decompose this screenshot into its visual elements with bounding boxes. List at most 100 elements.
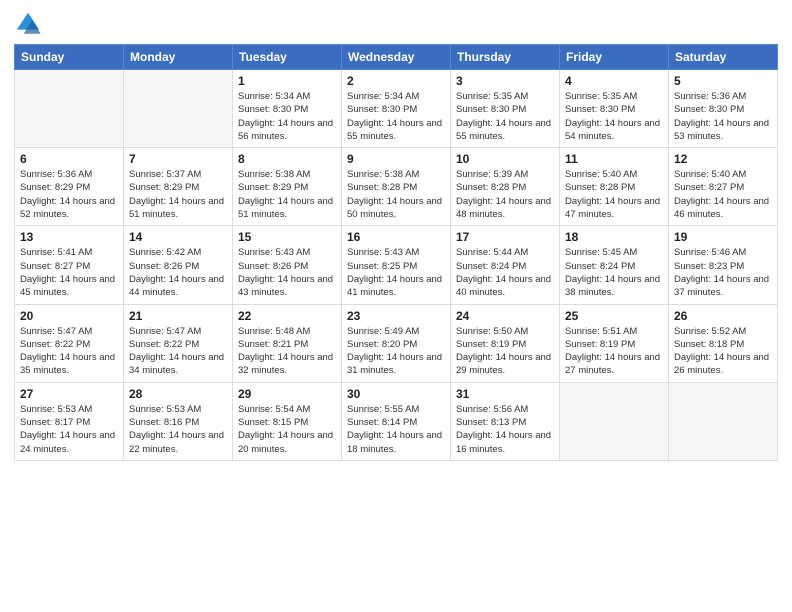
day-number: 17 bbox=[456, 230, 554, 244]
day-info: Sunrise: 5:56 AM Sunset: 8:13 PM Dayligh… bbox=[456, 403, 554, 456]
day-number: 25 bbox=[565, 309, 663, 323]
day-number: 11 bbox=[565, 152, 663, 166]
day-number: 23 bbox=[347, 309, 445, 323]
week-row: 13 Sunrise: 5:41 AM Sunset: 8:27 PM Dayli… bbox=[15, 226, 778, 304]
day-info: Sunrise: 5:43 AM Sunset: 8:26 PM Dayligh… bbox=[238, 246, 336, 299]
calendar-cell: 24 Sunrise: 5:50 AM Sunset: 8:19 PM Dayli… bbox=[451, 304, 560, 382]
logo-icon bbox=[14, 10, 42, 38]
day-info: Sunrise: 5:36 AM Sunset: 8:30 PM Dayligh… bbox=[674, 90, 772, 143]
calendar-cell: 10 Sunrise: 5:39 AM Sunset: 8:28 PM Dayli… bbox=[451, 148, 560, 226]
day-number: 13 bbox=[20, 230, 118, 244]
day-number: 28 bbox=[129, 387, 227, 401]
day-info: Sunrise: 5:42 AM Sunset: 8:26 PM Dayligh… bbox=[129, 246, 227, 299]
day-number: 14 bbox=[129, 230, 227, 244]
day-info: Sunrise: 5:51 AM Sunset: 8:19 PM Dayligh… bbox=[565, 325, 663, 378]
day-info: Sunrise: 5:41 AM Sunset: 8:27 PM Dayligh… bbox=[20, 246, 118, 299]
day-info: Sunrise: 5:36 AM Sunset: 8:29 PM Dayligh… bbox=[20, 168, 118, 221]
calendar-cell: 23 Sunrise: 5:49 AM Sunset: 8:20 PM Dayli… bbox=[342, 304, 451, 382]
calendar-cell: 17Sunrise: 5:44 AM Sunset: 8:24 PM Dayli… bbox=[451, 226, 560, 304]
weekday-header: Sunday bbox=[15, 45, 124, 70]
day-number: 1 bbox=[238, 74, 336, 88]
day-number: 30 bbox=[347, 387, 445, 401]
calendar-cell: 9 Sunrise: 5:38 AM Sunset: 8:28 PM Daylig… bbox=[342, 148, 451, 226]
calendar-cell: 22 Sunrise: 5:48 AM Sunset: 8:21 PM Dayli… bbox=[233, 304, 342, 382]
day-info: Sunrise: 5:40 AM Sunset: 8:27 PM Dayligh… bbox=[674, 168, 772, 221]
day-info: Sunrise: 5:40 AM Sunset: 8:28 PM Dayligh… bbox=[565, 168, 663, 221]
calendar-cell: 8 Sunrise: 5:38 AM Sunset: 8:29 PM Daylig… bbox=[233, 148, 342, 226]
logo bbox=[14, 10, 46, 38]
day-info: Sunrise: 5:52 AM Sunset: 8:18 PM Dayligh… bbox=[674, 325, 772, 378]
day-number: 3 bbox=[456, 74, 554, 88]
week-row: 27 Sunrise: 5:53 AM Sunset: 8:17 PM Dayli… bbox=[15, 382, 778, 460]
day-number: 15 bbox=[238, 230, 336, 244]
day-info: Sunrise: 5:46 AM Sunset: 8:23 PM Dayligh… bbox=[674, 246, 772, 299]
day-number: 6 bbox=[20, 152, 118, 166]
calendar-cell: 16 Sunrise: 5:43 AM Sunset: 8:25 PM Dayli… bbox=[342, 226, 451, 304]
calendar-cell: 2Sunrise: 5:34 AM Sunset: 8:30 PM Daylig… bbox=[342, 70, 451, 148]
day-number: 16 bbox=[347, 230, 445, 244]
calendar-cell bbox=[669, 382, 778, 460]
day-number: 21 bbox=[129, 309, 227, 323]
calendar-cell: 15 Sunrise: 5:43 AM Sunset: 8:26 PM Dayli… bbox=[233, 226, 342, 304]
day-info: Sunrise: 5:53 AM Sunset: 8:17 PM Dayligh… bbox=[20, 403, 118, 456]
day-info: Sunrise: 5:55 AM Sunset: 8:14 PM Dayligh… bbox=[347, 403, 445, 456]
day-info: Sunrise: 5:37 AM Sunset: 8:29 PM Dayligh… bbox=[129, 168, 227, 221]
day-info: Sunrise: 5:49 AM Sunset: 8:20 PM Dayligh… bbox=[347, 325, 445, 378]
week-row: 1 Sunrise: 5:34 AM Sunset: 8:30 PM Daylig… bbox=[15, 70, 778, 148]
calendar-cell bbox=[560, 382, 669, 460]
calendar-table: SundayMondayTuesdayWednesdayThursdayFrid… bbox=[14, 44, 778, 461]
calendar-cell bbox=[15, 70, 124, 148]
day-number: 26 bbox=[674, 309, 772, 323]
day-number: 24 bbox=[456, 309, 554, 323]
calendar-cell: 7 Sunrise: 5:37 AM Sunset: 8:29 PM Daylig… bbox=[124, 148, 233, 226]
day-number: 18 bbox=[565, 230, 663, 244]
calendar-cell: 12 Sunrise: 5:40 AM Sunset: 8:27 PM Dayli… bbox=[669, 148, 778, 226]
day-number: 7 bbox=[129, 152, 227, 166]
day-info: Sunrise: 5:34 AM Sunset: 8:30 PM Dayligh… bbox=[238, 90, 336, 143]
day-info: Sunrise: 5:50 AM Sunset: 8:19 PM Dayligh… bbox=[456, 325, 554, 378]
day-info: Sunrise: 5:53 AM Sunset: 8:16 PM Dayligh… bbox=[129, 403, 227, 456]
weekday-header-row: SundayMondayTuesdayWednesdayThursdayFrid… bbox=[15, 45, 778, 70]
day-number: 5 bbox=[674, 74, 772, 88]
calendar-cell: 14 Sunrise: 5:42 AM Sunset: 8:26 PM Dayli… bbox=[124, 226, 233, 304]
day-info: Sunrise: 5:48 AM Sunset: 8:21 PM Dayligh… bbox=[238, 325, 336, 378]
day-number: 9 bbox=[347, 152, 445, 166]
calendar-cell: 26 Sunrise: 5:52 AM Sunset: 8:18 PM Dayli… bbox=[669, 304, 778, 382]
weekday-header: Wednesday bbox=[342, 45, 451, 70]
calendar-cell: 28 Sunrise: 5:53 AM Sunset: 8:16 PM Dayli… bbox=[124, 382, 233, 460]
page-container: SundayMondayTuesdayWednesdayThursdayFrid… bbox=[0, 0, 792, 469]
day-number: 20 bbox=[20, 309, 118, 323]
calendar-cell: 4Sunrise: 5:35 AM Sunset: 8:30 PM Daylig… bbox=[560, 70, 669, 148]
day-number: 19 bbox=[674, 230, 772, 244]
calendar-cell: 30 Sunrise: 5:55 AM Sunset: 8:14 PM Dayli… bbox=[342, 382, 451, 460]
day-number: 22 bbox=[238, 309, 336, 323]
calendar-cell: 5 Sunrise: 5:36 AM Sunset: 8:30 PM Daylig… bbox=[669, 70, 778, 148]
calendar-cell: 20 Sunrise: 5:47 AM Sunset: 8:22 PM Dayli… bbox=[15, 304, 124, 382]
day-number: 12 bbox=[674, 152, 772, 166]
day-info: Sunrise: 5:38 AM Sunset: 8:28 PM Dayligh… bbox=[347, 168, 445, 221]
day-info: Sunrise: 5:47 AM Sunset: 8:22 PM Dayligh… bbox=[20, 325, 118, 378]
calendar-cell: 3 Sunrise: 5:35 AM Sunset: 8:30 PM Daylig… bbox=[451, 70, 560, 148]
weekday-header: Thursday bbox=[451, 45, 560, 70]
day-info: Sunrise: 5:43 AM Sunset: 8:25 PM Dayligh… bbox=[347, 246, 445, 299]
calendar-cell: 6 Sunrise: 5:36 AM Sunset: 8:29 PM Daylig… bbox=[15, 148, 124, 226]
calendar-cell: 31 Sunrise: 5:56 AM Sunset: 8:13 PM Dayli… bbox=[451, 382, 560, 460]
weekday-header: Saturday bbox=[669, 45, 778, 70]
calendar-cell: 13 Sunrise: 5:41 AM Sunset: 8:27 PM Dayli… bbox=[15, 226, 124, 304]
day-number: 29 bbox=[238, 387, 336, 401]
day-info: Sunrise: 5:35 AM Sunset: 8:30 PM Dayligh… bbox=[456, 90, 554, 143]
day-info: Sunrise: 5:39 AM Sunset: 8:28 PM Dayligh… bbox=[456, 168, 554, 221]
day-info: Sunrise: 5:54 AM Sunset: 8:15 PM Dayligh… bbox=[238, 403, 336, 456]
weekday-header: Tuesday bbox=[233, 45, 342, 70]
day-number: 27 bbox=[20, 387, 118, 401]
day-number: 10 bbox=[456, 152, 554, 166]
weekday-header: Friday bbox=[560, 45, 669, 70]
weekday-header: Monday bbox=[124, 45, 233, 70]
day-number: 4 bbox=[565, 74, 663, 88]
day-number: 8 bbox=[238, 152, 336, 166]
day-info: Sunrise: 5:38 AM Sunset: 8:29 PM Dayligh… bbox=[238, 168, 336, 221]
calendar-cell: 19 Sunrise: 5:46 AM Sunset: 8:23 PM Dayli… bbox=[669, 226, 778, 304]
day-number: 31 bbox=[456, 387, 554, 401]
header bbox=[14, 10, 778, 38]
calendar-cell: 11 Sunrise: 5:40 AM Sunset: 8:28 PM Dayli… bbox=[560, 148, 669, 226]
